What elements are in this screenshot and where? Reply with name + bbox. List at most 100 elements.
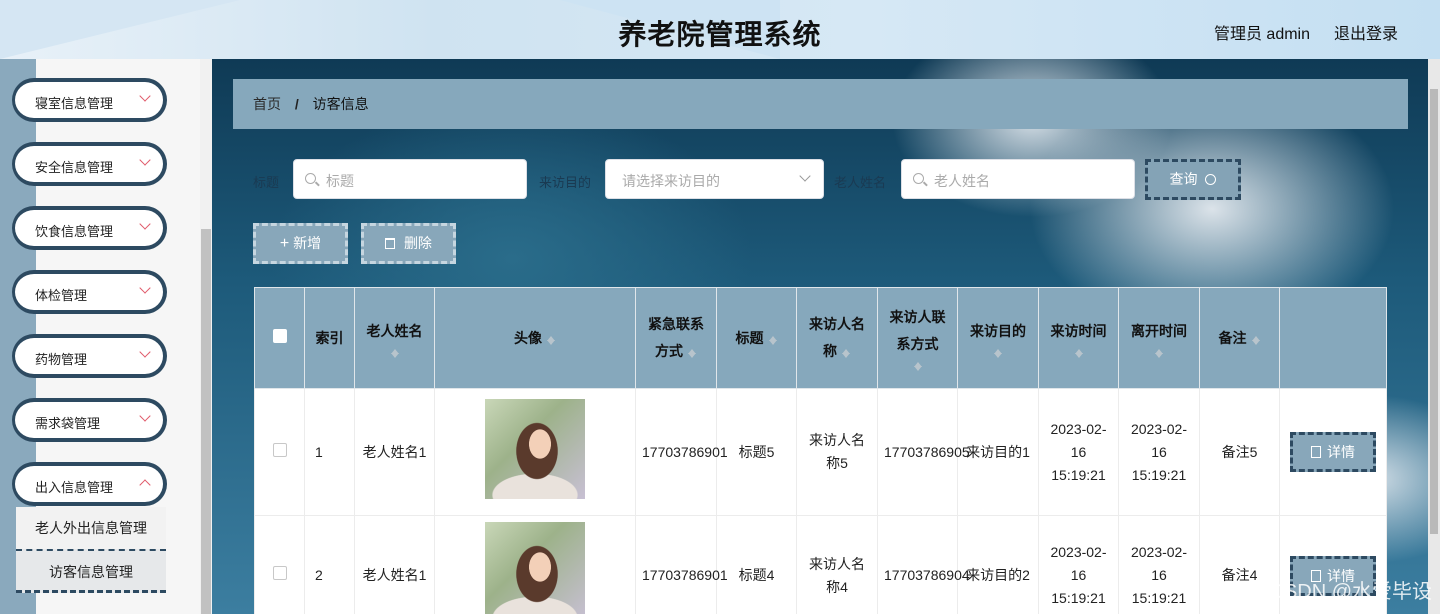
search-icon [1205,174,1217,185]
select-all-cell [254,287,305,389]
sidebar: 寝室信息管理 安全信息管理 饮食信息管理 体检管理 药物管理 需求袋管理 出入信… [0,59,212,614]
cell-purpose: 来访目的2 [957,515,1039,614]
breadcrumb-separator: / [294,96,299,112]
cell-visitor-phone: 17703786904 [877,515,970,614]
query-button[interactable]: 查询 [1145,159,1241,200]
cell-note: 备注5 [1199,388,1280,516]
cell-avatar [434,388,636,516]
sort-icon[interactable] [1074,345,1084,359]
breadcrumb-current: 访客信息 [312,96,369,112]
cell-elder-name: 老人姓名1 [354,515,435,614]
visitor-table: 索引 老人姓名 头像 紧急联系方式 标题 来访人名称 来访人联系方式 来访目的 … [254,287,1387,614]
cell-title: 标题5 [716,388,797,516]
purpose-select-placeholder: 请选择来访目的 [622,173,720,189]
chevron-down-icon [139,410,151,422]
column-header-label: 老人姓名 [366,322,423,339]
sort-icon[interactable] [390,345,400,359]
plus-icon: + [279,235,290,252]
sort-icon[interactable] [546,332,556,346]
scrollbar-thumb[interactable] [1430,89,1438,534]
sidebar-item-access[interactable]: 出入信息管理 [12,462,167,506]
column-header-actions [1279,287,1387,389]
title-search-label: 标题 [253,175,280,190]
sort-icon[interactable] [1154,345,1164,359]
sidebar-subitem-elder-outing[interactable]: 老人外出信息管理 [16,507,166,549]
sidebar-item-label: 需求袋管理 [35,416,101,431]
breadcrumb: 首页 / 访客信息 [233,79,1408,129]
sidebar-scrollbar[interactable] [200,59,212,614]
sort-icon[interactable] [1251,332,1261,346]
cell-visitor-name: 来访人名称4 [796,515,878,614]
add-button[interactable]: + 新增 [253,223,348,264]
sidebar-item-medicine[interactable]: 药物管理 [12,334,167,378]
sidebar-item-dorm[interactable]: 寝室信息管理 [12,78,167,122]
column-header-emergency-phone[interactable]: 紧急联系方式 [635,287,717,389]
column-header-label: 来访时间 [1050,322,1107,339]
sort-icon[interactable] [768,332,778,346]
query-label: 查询 [1169,171,1198,187]
add-label: 新增 [293,235,322,251]
sort-icon[interactable] [913,358,923,372]
column-header-elder-name[interactable]: 老人姓名 [354,287,435,389]
breadcrumb-home[interactable]: 首页 [253,96,281,112]
chevron-down-icon [139,346,151,358]
sort-icon[interactable] [841,345,851,359]
sidebar-item-checkup[interactable]: 体检管理 [12,270,167,314]
column-header-visitor-name[interactable]: 来访人名称 [796,287,878,389]
sidebar-item-label: 寝室信息管理 [35,96,114,111]
sidebar-item-diet[interactable]: 饮食信息管理 [12,206,167,250]
sort-icon[interactable] [993,345,1003,359]
sidebar-item-label: 药物管理 [35,352,88,367]
sidebar-item-needs[interactable]: 需求袋管理 [12,398,167,442]
purpose-search-label: 来访目的 [539,175,592,190]
detail-button[interactable]: 详情 [1290,432,1376,472]
column-header-visitor-phone[interactable]: 来访人联系方式 [877,287,958,389]
logout-link[interactable]: 退出登录 [1334,20,1398,44]
cell-avatar [434,515,636,614]
cell-visitor-name: 来访人名称5 [796,388,878,516]
elder-name-input[interactable]: 老人姓名 [901,159,1135,199]
sort-icon[interactable] [687,345,697,359]
chevron-down-icon [139,479,151,491]
column-header-label: 来访人联系方式 [889,309,946,352]
purpose-select[interactable]: 请选择来访目的 [605,159,824,199]
column-header-label: 来访人名称 [809,316,865,359]
column-header-title[interactable]: 标题 [716,287,797,389]
elder-name-placeholder: 老人姓名 [934,173,990,189]
column-header-leave-time[interactable]: 离开时间 [1118,287,1200,389]
row-checkbox[interactable] [272,566,287,580]
cell-visit-time: 2023-02-16 15:19:21 [1038,388,1119,516]
column-header-label: 来访目的 [970,322,1026,339]
sidebar-subitem-visitor[interactable]: 访客信息管理 [16,549,166,593]
search-icon [305,173,316,184]
column-header-avatar[interactable]: 头像 [434,287,636,389]
chevron-down-icon [799,170,811,182]
delete-label: 删除 [403,235,432,251]
current-user: 管理员 admin [1213,26,1310,43]
avatar [485,522,585,614]
chevron-down-icon [139,282,151,294]
column-header-note[interactable]: 备注 [1199,287,1280,389]
column-header-label: 头像 [514,329,542,346]
search-icon [913,173,924,184]
top-header: 养老院管理系统 管理员 admin 退出登录 [0,0,1440,59]
cell-emergency-phone: 17703786901 [635,388,728,516]
delete-button[interactable]: 删除 [361,223,456,264]
column-header-visit-time[interactable]: 来访时间 [1038,287,1119,389]
column-header-index: 索引 [304,287,355,389]
sidebar-item-safety[interactable]: 安全信息管理 [12,142,167,186]
table-header-row: 索引 老人姓名 头像 紧急联系方式 标题 来访人名称 来访人联系方式 来访目的 … [254,287,1387,389]
title-search-input[interactable]: 标题 [293,159,527,199]
cell-visit-time: 2023-02-16 15:19:21 [1038,515,1119,614]
table-row: 2 老人姓名1 17703786901 标题4 来访人名称4 177037869… [254,515,1387,614]
cell-visitor-phone: 17703786905 [877,388,970,516]
column-header-purpose[interactable]: 来访目的 [957,287,1039,389]
row-select-cell [254,515,305,614]
scrollbar-thumb[interactable] [201,229,211,614]
cell-emergency-phone: 17703786901 [635,515,728,614]
cell-title: 标题4 [716,515,797,614]
row-checkbox[interactable] [272,442,287,457]
main-scrollbar[interactable] [1428,59,1440,614]
elder-search-label: 老人姓名 [834,175,887,190]
select-all-checkbox[interactable] [272,328,287,343]
